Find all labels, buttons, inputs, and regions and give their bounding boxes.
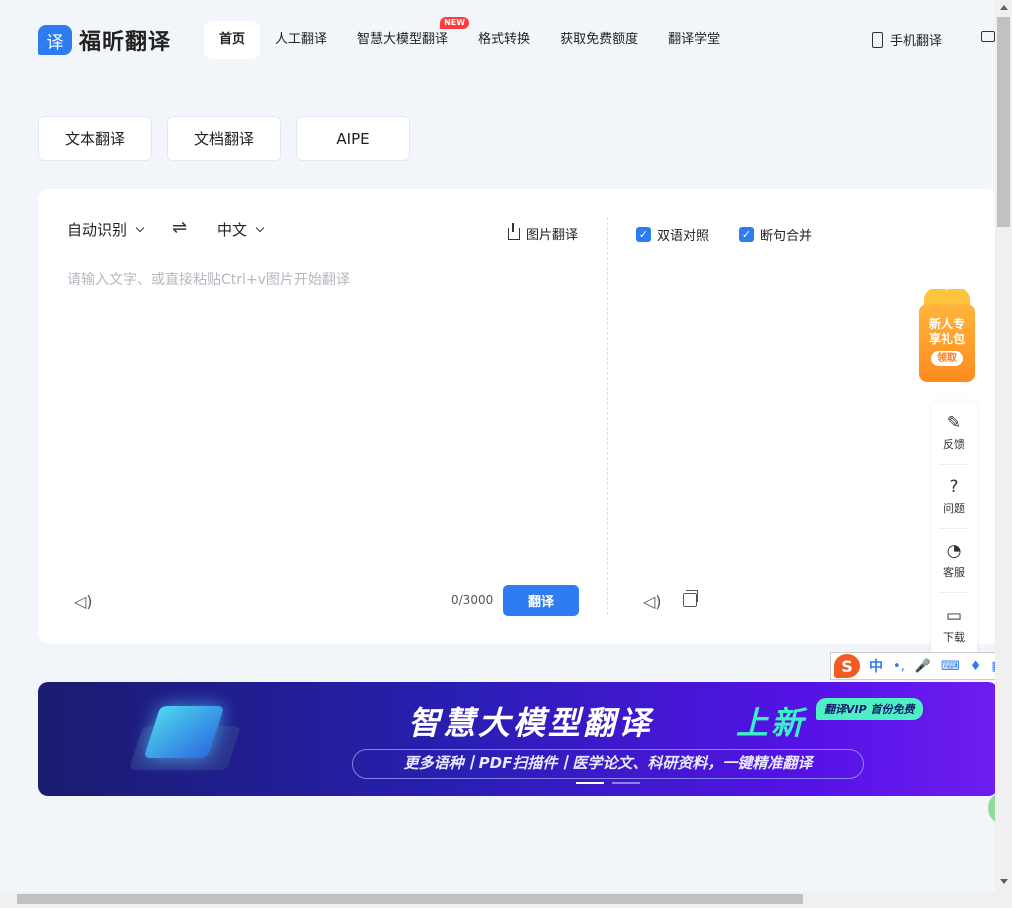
keyboard-icon[interactable]: ⌨: [941, 659, 960, 674]
carousel-dot[interactable]: [576, 782, 604, 784]
carousel-dot[interactable]: [612, 782, 640, 784]
side-toolbar: ✎ 反馈 ? 问题 ◔ 客服 ▭ 下载: [931, 401, 977, 656]
desktop-icon[interactable]: [981, 31, 995, 42]
nav-academy[interactable]: 翻译学堂: [653, 21, 735, 59]
tab-text-translate[interactable]: 文本翻译: [38, 116, 152, 161]
scroll-down-icon[interactable]: [1000, 879, 1008, 884]
ime-mode[interactable]: 中: [869, 656, 883, 676]
logo-text: 福昕翻译: [79, 30, 172, 55]
nav-ai-translation[interactable]: 智慧大模型翻译 NEW: [342, 17, 470, 59]
question-icon: ?: [949, 477, 959, 497]
option-bilingual-label: 双语对照: [657, 229, 710, 244]
banner-vip-tag: 翻译VIP 首份免费: [816, 698, 923, 720]
promo-banner[interactable]: 智慧大模型翻译 上新 翻译VIP 首份免费 更多语种丨PDF扫描件丨医学论文、科…: [38, 682, 998, 796]
target-speaker-icon[interactable]: ◁): [643, 592, 662, 611]
banner-title: 智慧大模型翻译: [408, 704, 654, 742]
carousel-dots: [576, 782, 648, 784]
translate-card: 自动识别 ⇌ 中文 图片翻译 请输入文字、或直接粘贴Ctrl+v图片开始翻译 ◁…: [38, 189, 998, 644]
sidebar-item-label: 下载: [943, 630, 965, 644]
nav-ai-translation-label: 智慧大模型翻译: [357, 32, 449, 47]
image-translate-label: 图片翻译: [526, 228, 579, 243]
main-nav: 首页 人工翻译 智慧大模型翻译 NEW 格式转换 获取免费额度 翻译学堂: [204, 17, 735, 59]
checkbox-checked-icon: ✓: [739, 227, 754, 242]
swap-languages-icon[interactable]: ⇌: [172, 217, 187, 238]
sidebar-item-support[interactable]: ◔ 客服: [939, 529, 969, 593]
phone-icon: [872, 31, 883, 48]
image-translate-button[interactable]: 图片翻译: [508, 222, 579, 243]
char-count: 0/3000: [451, 593, 494, 607]
option-bilingual[interactable]: ✓ 双语对照: [636, 225, 709, 244]
gift-claim-button[interactable]: 领取: [931, 351, 963, 366]
banner-title-new: 上新: [736, 704, 807, 742]
copy-icon[interactable]: [683, 590, 698, 607]
panel-divider: [607, 217, 608, 615]
skin-icon[interactable]: ♦: [970, 659, 982, 674]
sidebar-item-label: 问题: [943, 502, 965, 515]
target-lang-select[interactable]: 中文: [217, 219, 265, 240]
upload-icon: [508, 222, 520, 240]
horizontal-scroll-thumb[interactable]: [17, 894, 803, 904]
option-merge-sentences-label: 断句合并: [760, 229, 813, 244]
sidebar-item-download[interactable]: ▭ 下载: [939, 593, 969, 657]
chevron-down-icon: [255, 223, 265, 232]
scroll-up-icon[interactable]: [1000, 5, 1008, 10]
tab-doc-translate[interactable]: 文档翻译: [167, 116, 281, 161]
nav-human-translation[interactable]: 人工翻译: [260, 21, 342, 59]
logo-icon: 译: [38, 25, 72, 55]
ime-logo-icon[interactable]: S: [834, 654, 860, 678]
mobile-translate-label: 手机翻译: [890, 34, 943, 49]
gift-line-1: 新人专: [928, 317, 965, 331]
nav-free-quota[interactable]: 获取免费额度: [545, 21, 653, 59]
sidebar-item-faq[interactable]: ? 问题: [939, 465, 969, 529]
ime-punct-icon[interactable]: •,: [893, 659, 905, 674]
nav-format-convert[interactable]: 格式转换: [463, 21, 545, 59]
newcomer-gift[interactable]: 新人专 享礼包 领取: [919, 304, 975, 382]
tab-aipe[interactable]: AIPE: [296, 116, 410, 161]
source-speaker-icon[interactable]: ◁): [74, 592, 93, 611]
microphone-icon[interactable]: 🎤: [915, 659, 931, 674]
ime-toolbar[interactable]: S 中 •, 🎤 ⌨ ♦ ▦: [830, 652, 1012, 680]
checkbox-checked-icon: ✓: [636, 227, 651, 242]
chevron-down-icon: [135, 223, 145, 232]
monitor-icon: ▭: [945, 605, 963, 626]
option-merge-sentences[interactable]: ✓ 断句合并: [739, 225, 812, 244]
banner-subtitle: 更多语种丨PDF扫描件丨医学论文、科研资料，一键精准翻译: [352, 749, 864, 779]
target-lang-label: 中文: [217, 221, 248, 239]
source-lang-label: 自动识别: [67, 221, 128, 239]
sidebar-item-label: 客服: [943, 566, 965, 579]
logo[interactable]: 译 福昕翻译: [38, 24, 171, 56]
edit-icon: ✎: [946, 413, 962, 433]
horizontal-scrollbar[interactable]: [0, 892, 1012, 908]
sidebar-item-label: 反馈: [943, 438, 965, 451]
source-text-input[interactable]: 请输入文字、或直接粘贴Ctrl+v图片开始翻译: [67, 269, 350, 289]
nav-home[interactable]: 首页: [204, 21, 261, 59]
gift-line-2: 享礼包: [928, 332, 965, 346]
source-lang-select[interactable]: 自动识别: [67, 219, 145, 240]
sidebar-item-feedback[interactable]: ✎ 反馈: [939, 401, 969, 465]
mobile-translate-link[interactable]: 手机翻译: [872, 30, 942, 49]
support-icon: ◔: [946, 541, 962, 561]
chip-illustration: [128, 698, 242, 778]
vertical-scroll-thumb[interactable]: [997, 17, 1010, 227]
translate-button[interactable]: 翻译: [503, 585, 579, 616]
vertical-scrollbar[interactable]: [995, 0, 1012, 892]
